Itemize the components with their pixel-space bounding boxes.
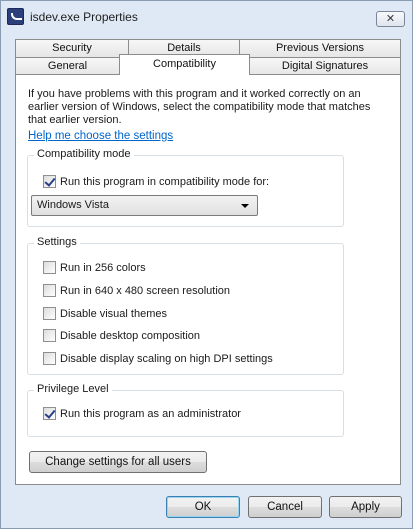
checkbox[interactable] (43, 284, 56, 297)
checkbox[interactable] (43, 261, 56, 274)
tab-compatibility[interactable]: Compatibility (119, 54, 250, 75)
tab-label: General (47, 60, 88, 72)
tab-label: Security (52, 42, 92, 54)
properties-dialog: isdev.exe Properties ✕ Security Details … (0, 0, 413, 529)
compatibility-mode-checkbox-row[interactable]: Run this program in compatibility mode f… (43, 175, 323, 189)
compatibility-panel: If you have problems with this program a… (15, 74, 401, 485)
window-title: isdev.exe Properties (30, 10, 138, 24)
checkbox-label: Run this program as an administrator (60, 408, 241, 420)
tab-digital-signatures[interactable]: Digital Signatures (249, 57, 401, 75)
tab-label: Details (167, 42, 201, 54)
group-legend: Settings (34, 236, 80, 248)
setting-640x480-resolution[interactable]: Run in 640 x 480 screen resolution (43, 284, 303, 298)
checkbox-label: Run in 256 colors (60, 262, 146, 274)
setting-disable-desktop-composition[interactable]: Disable desktop composition (43, 329, 303, 343)
tab-label: Compatibility (153, 58, 216, 70)
checkbox-label: Run this program in compatibility mode f… (60, 176, 270, 188)
checkbox-label: Disable desktop composition (60, 330, 201, 342)
tab-previous-versions[interactable]: Previous Versions (239, 39, 401, 57)
group-legend: Privilege Level (34, 383, 112, 395)
apply-button[interactable]: Apply (329, 496, 402, 518)
title-bar[interactable]: isdev.exe Properties ✕ (1, 1, 412, 34)
select-value: Windows Vista (37, 199, 109, 211)
checkbox-label: Disable visual themes (60, 308, 167, 320)
compatibility-mode-checkbox[interactable] (43, 175, 56, 188)
help-choose-settings-link[interactable]: Help me choose the settings (28, 130, 173, 142)
tab-label: Previous Versions (275, 42, 365, 54)
group-legend: Compatibility mode (34, 148, 134, 160)
tab-label: Digital Signatures (281, 60, 369, 72)
checkbox-label: Disable display scaling on high DPI sett… (60, 353, 273, 365)
checkbox[interactable] (43, 352, 56, 365)
close-button[interactable]: ✕ (376, 11, 405, 27)
cancel-button[interactable]: Cancel (248, 496, 322, 518)
close-icon: ✕ (385, 13, 396, 25)
intro-text: If you have problems with this program a… (28, 88, 371, 126)
tab-general[interactable]: General (15, 57, 120, 75)
setting-disable-visual-themes[interactable]: Disable visual themes (43, 307, 303, 321)
program-icon (7, 8, 24, 25)
ok-button[interactable]: OK (166, 496, 240, 518)
os-version-select[interactable]: Windows Vista (31, 195, 258, 216)
tab-security[interactable]: Security (15, 39, 129, 57)
checkbox[interactable] (43, 329, 56, 342)
dropdown-arrow-icon (241, 204, 249, 208)
checkbox-label: Run in 640 x 480 screen resolution (60, 285, 230, 297)
checkbox[interactable] (43, 307, 56, 320)
run-as-admin-checkbox-row[interactable]: Run this program as an administrator (43, 407, 303, 421)
setting-disable-dpi-scaling[interactable]: Disable display scaling on high DPI sett… (43, 352, 333, 366)
setting-256-colors[interactable]: Run in 256 colors (43, 261, 303, 275)
compatibility-mode-group: Compatibility mode (27, 148, 344, 227)
change-settings-all-users-button[interactable]: Change settings for all users (29, 451, 207, 473)
run-as-admin-checkbox[interactable] (43, 407, 56, 420)
